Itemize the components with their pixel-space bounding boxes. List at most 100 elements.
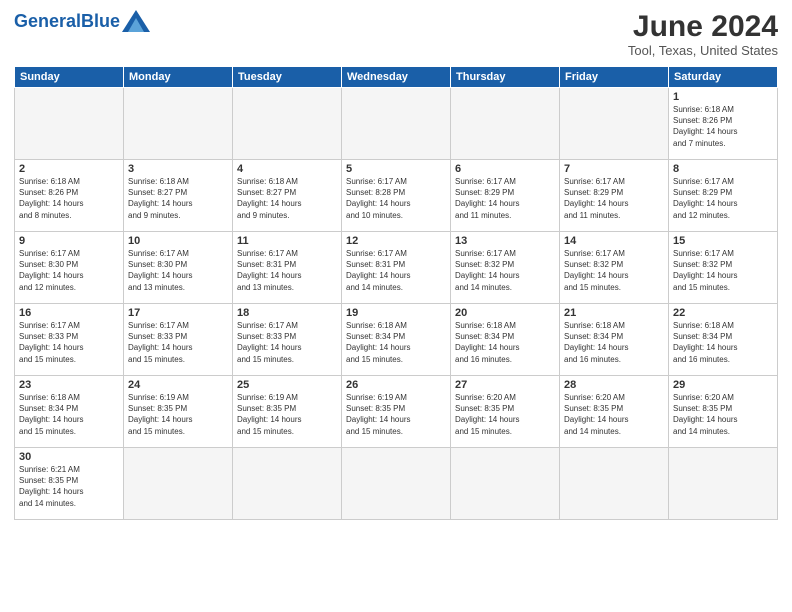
day-number: 7 [564, 163, 664, 175]
day-number: 17 [128, 307, 228, 319]
calendar-cell: 7Sunrise: 6:17 AM Sunset: 8:29 PM Daylig… [560, 160, 669, 232]
day-info: Sunrise: 6:17 AM Sunset: 8:31 PM Dayligh… [346, 248, 446, 293]
week-row-3: 9Sunrise: 6:17 AM Sunset: 8:30 PM Daylig… [15, 232, 778, 304]
calendar-table: SundayMondayTuesdayWednesdayThursdayFrid… [14, 66, 778, 520]
calendar-cell: 1Sunrise: 6:18 AM Sunset: 8:26 PM Daylig… [669, 88, 778, 160]
day-number: 24 [128, 379, 228, 391]
day-number: 14 [564, 235, 664, 247]
calendar-cell: 9Sunrise: 6:17 AM Sunset: 8:30 PM Daylig… [15, 232, 124, 304]
day-info: Sunrise: 6:18 AM Sunset: 8:27 PM Dayligh… [237, 176, 337, 221]
day-info: Sunrise: 6:17 AM Sunset: 8:31 PM Dayligh… [237, 248, 337, 293]
day-number: 5 [346, 163, 446, 175]
day-info: Sunrise: 6:21 AM Sunset: 8:35 PM Dayligh… [19, 464, 119, 509]
logo-text: GeneralBlue [14, 12, 120, 30]
calendar-cell [342, 88, 451, 160]
week-row-1: 1Sunrise: 6:18 AM Sunset: 8:26 PM Daylig… [15, 88, 778, 160]
calendar-cell: 18Sunrise: 6:17 AM Sunset: 8:33 PM Dayli… [233, 304, 342, 376]
day-number: 27 [455, 379, 555, 391]
calendar-cell [233, 88, 342, 160]
day-number: 3 [128, 163, 228, 175]
calendar-cell [560, 448, 669, 520]
day-info: Sunrise: 6:19 AM Sunset: 8:35 PM Dayligh… [237, 392, 337, 437]
calendar-cell [669, 448, 778, 520]
day-number: 30 [19, 451, 119, 463]
week-row-4: 16Sunrise: 6:17 AM Sunset: 8:33 PM Dayli… [15, 304, 778, 376]
day-info: Sunrise: 6:17 AM Sunset: 8:30 PM Dayligh… [19, 248, 119, 293]
day-number: 13 [455, 235, 555, 247]
day-number: 9 [19, 235, 119, 247]
calendar-cell: 3Sunrise: 6:18 AM Sunset: 8:27 PM Daylig… [124, 160, 233, 232]
day-info: Sunrise: 6:18 AM Sunset: 8:34 PM Dayligh… [564, 320, 664, 365]
day-header-monday: Monday [124, 67, 233, 88]
day-number: 20 [455, 307, 555, 319]
day-number: 21 [564, 307, 664, 319]
day-info: Sunrise: 6:17 AM Sunset: 8:33 PM Dayligh… [19, 320, 119, 365]
week-row-6: 30Sunrise: 6:21 AM Sunset: 8:35 PM Dayli… [15, 448, 778, 520]
logo: GeneralBlue [14, 10, 150, 32]
day-header-saturday: Saturday [669, 67, 778, 88]
calendar-body: 1Sunrise: 6:18 AM Sunset: 8:26 PM Daylig… [15, 88, 778, 520]
calendar-cell [124, 448, 233, 520]
day-number: 16 [19, 307, 119, 319]
day-number: 4 [237, 163, 337, 175]
day-number: 10 [128, 235, 228, 247]
calendar-cell: 24Sunrise: 6:19 AM Sunset: 8:35 PM Dayli… [124, 376, 233, 448]
day-number: 23 [19, 379, 119, 391]
location: Tool, Texas, United States [628, 43, 778, 58]
day-info: Sunrise: 6:17 AM Sunset: 8:32 PM Dayligh… [455, 248, 555, 293]
day-info: Sunrise: 6:18 AM Sunset: 8:34 PM Dayligh… [346, 320, 446, 365]
calendar-cell: 25Sunrise: 6:19 AM Sunset: 8:35 PM Dayli… [233, 376, 342, 448]
calendar-cell: 2Sunrise: 6:18 AM Sunset: 8:26 PM Daylig… [15, 160, 124, 232]
day-number: 1 [673, 91, 773, 103]
calendar-cell: 6Sunrise: 6:17 AM Sunset: 8:29 PM Daylig… [451, 160, 560, 232]
calendar-cell: 22Sunrise: 6:18 AM Sunset: 8:34 PM Dayli… [669, 304, 778, 376]
calendar-cell: 19Sunrise: 6:18 AM Sunset: 8:34 PM Dayli… [342, 304, 451, 376]
day-info: Sunrise: 6:18 AM Sunset: 8:26 PM Dayligh… [673, 104, 773, 149]
day-number: 15 [673, 235, 773, 247]
day-info: Sunrise: 6:17 AM Sunset: 8:29 PM Dayligh… [673, 176, 773, 221]
calendar-cell: 26Sunrise: 6:19 AM Sunset: 8:35 PM Dayli… [342, 376, 451, 448]
calendar-cell: 5Sunrise: 6:17 AM Sunset: 8:28 PM Daylig… [342, 160, 451, 232]
day-number: 18 [237, 307, 337, 319]
day-number: 29 [673, 379, 773, 391]
day-header-friday: Friday [560, 67, 669, 88]
calendar-cell [342, 448, 451, 520]
calendar-cell [451, 88, 560, 160]
page: GeneralBlue June 2024 Tool, Texas, Unite… [0, 0, 792, 612]
day-info: Sunrise: 6:17 AM Sunset: 8:32 PM Dayligh… [673, 248, 773, 293]
logo-blue: Blue [81, 11, 120, 31]
day-number: 25 [237, 379, 337, 391]
calendar-cell: 29Sunrise: 6:20 AM Sunset: 8:35 PM Dayli… [669, 376, 778, 448]
calendar-cell: 28Sunrise: 6:20 AM Sunset: 8:35 PM Dayli… [560, 376, 669, 448]
month-title: June 2024 [628, 10, 778, 43]
day-info: Sunrise: 6:17 AM Sunset: 8:28 PM Dayligh… [346, 176, 446, 221]
calendar-cell: 4Sunrise: 6:18 AM Sunset: 8:27 PM Daylig… [233, 160, 342, 232]
calendar-cell [124, 88, 233, 160]
day-info: Sunrise: 6:19 AM Sunset: 8:35 PM Dayligh… [346, 392, 446, 437]
day-info: Sunrise: 6:20 AM Sunset: 8:35 PM Dayligh… [455, 392, 555, 437]
day-header-wednesday: Wednesday [342, 67, 451, 88]
calendar-cell: 8Sunrise: 6:17 AM Sunset: 8:29 PM Daylig… [669, 160, 778, 232]
logo-icon [122, 10, 150, 32]
calendar-cell [233, 448, 342, 520]
day-info: Sunrise: 6:17 AM Sunset: 8:30 PM Dayligh… [128, 248, 228, 293]
calendar-cell: 14Sunrise: 6:17 AM Sunset: 8:32 PM Dayli… [560, 232, 669, 304]
calendar-cell: 11Sunrise: 6:17 AM Sunset: 8:31 PM Dayli… [233, 232, 342, 304]
calendar-cell [15, 88, 124, 160]
day-number: 8 [673, 163, 773, 175]
day-info: Sunrise: 6:19 AM Sunset: 8:35 PM Dayligh… [128, 392, 228, 437]
calendar-cell: 10Sunrise: 6:17 AM Sunset: 8:30 PM Dayli… [124, 232, 233, 304]
calendar-cell: 17Sunrise: 6:17 AM Sunset: 8:33 PM Dayli… [124, 304, 233, 376]
day-number: 2 [19, 163, 119, 175]
day-info: Sunrise: 6:18 AM Sunset: 8:27 PM Dayligh… [128, 176, 228, 221]
day-number: 28 [564, 379, 664, 391]
calendar-cell: 13Sunrise: 6:17 AM Sunset: 8:32 PM Dayli… [451, 232, 560, 304]
day-info: Sunrise: 6:18 AM Sunset: 8:34 PM Dayligh… [673, 320, 773, 365]
day-info: Sunrise: 6:17 AM Sunset: 8:33 PM Dayligh… [237, 320, 337, 365]
day-number: 11 [237, 235, 337, 247]
day-header-tuesday: Tuesday [233, 67, 342, 88]
calendar-cell: 27Sunrise: 6:20 AM Sunset: 8:35 PM Dayli… [451, 376, 560, 448]
week-row-5: 23Sunrise: 6:18 AM Sunset: 8:34 PM Dayli… [15, 376, 778, 448]
day-info: Sunrise: 6:20 AM Sunset: 8:35 PM Dayligh… [564, 392, 664, 437]
calendar-cell: 23Sunrise: 6:18 AM Sunset: 8:34 PM Dayli… [15, 376, 124, 448]
